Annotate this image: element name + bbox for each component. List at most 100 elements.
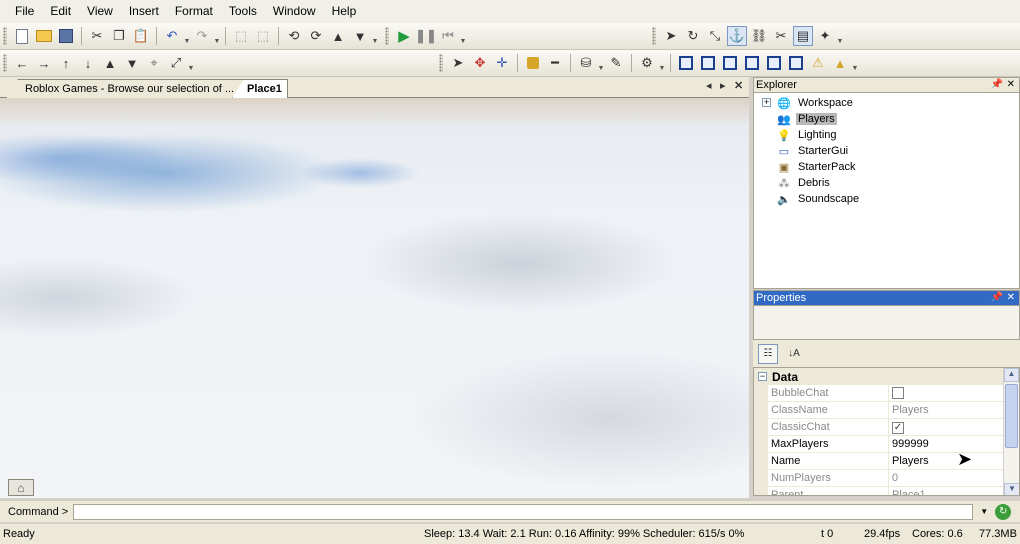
move-icon[interactable]: ✥ — [470, 53, 490, 73]
tree-item-debris[interactable]: ⁂ Debris — [776, 175, 832, 191]
down-icon[interactable]: ▼ — [350, 26, 370, 46]
select-arrow-icon[interactable]: ➤ — [661, 26, 681, 46]
surface-universal-icon[interactable] — [786, 53, 806, 73]
menu-tools[interactable]: Tools — [224, 0, 268, 23]
surface-inlet-icon[interactable] — [764, 53, 784, 73]
wrench-dropdown-icon[interactable]: ▼ — [658, 54, 666, 72]
property-row-classname[interactable]: ClassName Players — [754, 402, 1019, 419]
surface-glue-icon[interactable] — [698, 53, 718, 73]
undo-icon[interactable]: ↶ — [162, 26, 182, 46]
property-category-data[interactable]: − Data — [754, 368, 1019, 385]
select-icon[interactable]: ➤ — [448, 53, 468, 73]
up-icon[interactable]: ▲ — [328, 26, 348, 46]
tree-item-workspace[interactable]: 🌐 Workspace — [776, 95, 855, 111]
property-row-maxplayers[interactable]: MaxPlayers 999999 — [754, 436, 1019, 453]
scroll-up-icon[interactable]: ▲ — [1004, 368, 1019, 382]
explorer-pin-icon[interactable]: 📌 — [991, 78, 1003, 92]
toolbar-grip[interactable] — [3, 27, 7, 45]
tree-item-startergui[interactable]: ▭ StarterGui — [776, 143, 850, 159]
property-scrollbar[interactable]: ▲ ▼ — [1003, 368, 1019, 495]
fill-dropdown-icon[interactable]: ▼ — [597, 54, 605, 72]
property-row-parent[interactable]: Parent Place1 — [754, 487, 1019, 495]
property-value[interactable]: Players — [889, 453, 1019, 469]
properties-pin-icon[interactable]: 📌 — [991, 291, 1003, 305]
tree-item-lighting[interactable]: 💡 Lighting — [776, 127, 839, 143]
lock-icon[interactable] — [523, 53, 543, 73]
motor-icon[interactable]: ▲ — [830, 53, 850, 73]
explorer-close-icon[interactable]: ✕ — [1007, 78, 1015, 92]
menu-edit[interactable]: Edit — [45, 0, 82, 23]
toolbox-icon[interactable]: ▤ — [793, 26, 813, 46]
command-input[interactable] — [73, 503, 974, 520]
property-row-name[interactable]: Name Players — [754, 453, 1019, 470]
toolbar-grip[interactable] — [439, 54, 443, 72]
stop-icon[interactable]: ⏮ — [438, 26, 458, 46]
save-disk-icon[interactable] — [56, 26, 76, 46]
group-icon[interactable]: ⬚ — [231, 26, 251, 46]
tab-scroll-left-icon[interactable]: ◂ — [706, 79, 712, 92]
collapse-icon[interactable]: − — [758, 372, 767, 381]
redo-dropdown-icon[interactable]: ▼ — [213, 27, 221, 45]
command-run-icon[interactable]: ↻ — [995, 503, 1012, 520]
menu-help[interactable]: Help — [327, 0, 368, 23]
sort-alphabetical-icon[interactable]: ↓A — [784, 344, 804, 364]
expand-workspace-icon[interactable]: + — [762, 98, 771, 107]
pause-icon[interactable]: ❚❚ — [415, 26, 437, 46]
weld-icon[interactable]: ⛓ — [749, 26, 769, 46]
categorized-view-icon[interactable]: ☷ — [758, 343, 778, 364]
tilt-down-icon[interactable]: ↓ — [78, 53, 98, 73]
toolbar-grip[interactable] — [3, 54, 7, 72]
toolbar-overflow-icon[interactable]: ▼ — [371, 27, 379, 45]
materials-icon[interactable]: ✦ — [815, 26, 835, 46]
surface-smooth-icon[interactable] — [676, 53, 696, 73]
redo-icon[interactable]: ↷ — [192, 26, 212, 46]
command-dropdown-icon[interactable]: ▼ — [977, 507, 991, 516]
toolbar-overflow-icon[interactable]: ▼ — [836, 27, 844, 45]
surface-studs-icon[interactable] — [742, 53, 762, 73]
menu-window[interactable]: Window — [268, 0, 327, 23]
zoom-out-icon[interactable]: ▼ — [122, 53, 142, 73]
toolbar-overflow-icon[interactable]: ▼ — [459, 27, 467, 45]
tab-close-icon[interactable]: ✕ — [734, 79, 743, 92]
3d-viewport[interactable]: ⌂ — [0, 98, 749, 498]
scroll-down-icon[interactable]: ▼ — [1004, 483, 1019, 495]
property-value[interactable]: 999999 — [889, 436, 1019, 452]
hinge-icon[interactable]: ⚠ — [808, 53, 828, 73]
menu-format[interactable]: Format — [170, 0, 224, 23]
toolbar-overflow-icon[interactable]: ▼ — [187, 54, 195, 72]
wrench-icon[interactable]: ⚙ — [637, 53, 657, 73]
paste-icon[interactable]: 📋 — [131, 26, 151, 46]
toolbar-overflow-icon[interactable]: ▼ — [851, 54, 859, 72]
new-page-icon[interactable] — [12, 26, 32, 46]
fill-icon[interactable]: ⛁ — [576, 53, 596, 73]
ungroup-icon[interactable]: ⬚ — [253, 26, 273, 46]
cut-icon[interactable]: ✂ — [87, 26, 107, 46]
pan-right-icon[interactable]: → — [34, 53, 54, 73]
rotate-tool-icon[interactable]: ↻ — [683, 26, 703, 46]
classicchat-checkbox[interactable]: ✓ — [892, 422, 904, 434]
resize-tool-icon[interactable]: ⤡ — [705, 26, 725, 46]
toolbar-grip[interactable] — [652, 27, 656, 45]
tree-item-soundscape[interactable]: 🔈 Soundscape — [776, 191, 861, 207]
property-row-classicchat[interactable]: ClassicChat ✓ — [754, 419, 1019, 436]
dropper-icon[interactable]: ━ — [545, 53, 565, 73]
open-folder-icon[interactable] — [34, 26, 54, 46]
paint-icon[interactable]: ✎ — [606, 53, 626, 73]
menu-file[interactable]: File — [10, 0, 45, 23]
property-row-bubblechat[interactable]: BubbleChat — [754, 385, 1019, 402]
rotate-left-icon[interactable]: ⟲ — [284, 26, 304, 46]
zoom-extents-icon[interactable]: ⤢ — [166, 53, 186, 73]
property-row-numplayers[interactable]: NumPlayers 0 — [754, 470, 1019, 487]
properties-close-icon[interactable]: ✕ — [1007, 291, 1015, 305]
tree-item-starterpack[interactable]: ▣ StarterPack — [776, 159, 857, 175]
copy-icon[interactable]: ❐ — [109, 26, 129, 46]
unweld-icon[interactable]: ✂ — [771, 26, 791, 46]
tab-scroll-right-icon[interactable]: ▸ — [720, 79, 726, 92]
undo-dropdown-icon[interactable]: ▼ — [183, 27, 191, 45]
menu-insert[interactable]: Insert — [124, 0, 170, 23]
drag-icon[interactable]: ✛ — [492, 53, 512, 73]
scroll-thumb[interactable] — [1005, 384, 1018, 448]
tab-roblox-games[interactable]: Roblox Games - Browse our selection of .… — [6, 79, 244, 98]
tree-item-players[interactable]: 👥 Players — [776, 111, 837, 127]
surface-weld-icon[interactable] — [720, 53, 740, 73]
